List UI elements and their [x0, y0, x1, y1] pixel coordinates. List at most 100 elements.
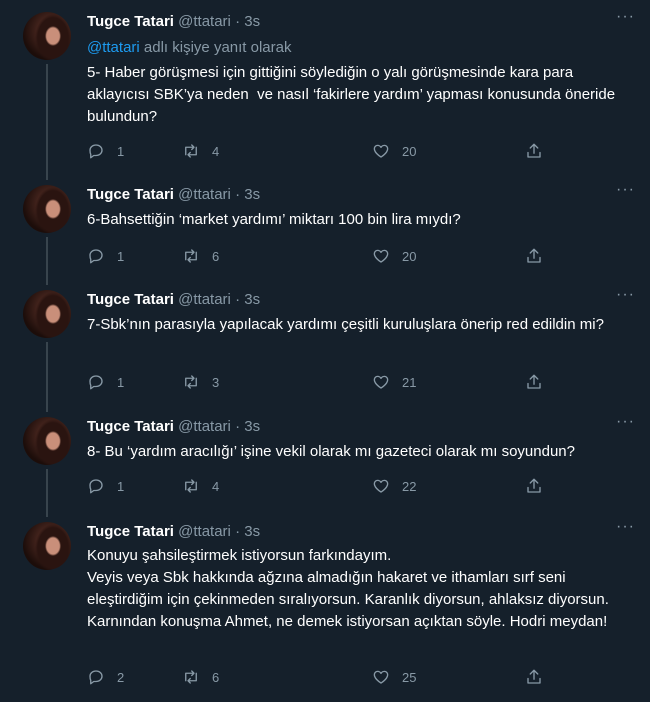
retweet-count: 4 [212, 143, 220, 159]
reply-count: 1 [117, 248, 125, 264]
tweet[interactable]: Tugce Tatari @ttatari · 3s ··· Konuyu şa… [0, 517, 650, 702]
tweet-actions: 1 3 21 [87, 372, 557, 392]
author-handle[interactable]: @ttatari [178, 523, 231, 540]
heart-icon [373, 670, 389, 684]
separator-dot: · [235, 186, 241, 203]
timestamp[interactable]: 3s [244, 186, 260, 203]
like-button[interactable]: 25 [372, 667, 416, 687]
retweet-button[interactable]: 4 [182, 141, 219, 161]
like-button[interactable]: 20 [372, 246, 416, 266]
reply-icon [89, 479, 103, 494]
like-count: 22 [402, 478, 417, 494]
reply-button[interactable]: 1 [87, 476, 124, 496]
timestamp[interactable]: 3s [244, 13, 260, 30]
reply-count: 1 [117, 143, 125, 159]
avatar[interactable] [23, 417, 71, 465]
tweet-text: 7-Sbk’nın parasıyla yapılacak yardımı çe… [87, 316, 604, 333]
author-handle[interactable]: @ttatari [178, 418, 231, 435]
share-icon [527, 669, 541, 684]
separator-dot: · [235, 13, 241, 30]
separator-dot: · [235, 523, 241, 540]
more-icon[interactable]: ··· [616, 182, 634, 205]
tweet-header: Tugce Tatari @ttatari · 3s [87, 290, 260, 310]
avatar[interactable] [23, 185, 71, 233]
separator-dot: · [235, 418, 241, 435]
share-icon [527, 143, 541, 158]
tweet[interactable]: Tugce Tatari @ttatari · 3s ··· 8- Bu ‘ya… [0, 412, 650, 517]
reply-count: 1 [117, 374, 125, 390]
timestamp[interactable]: 3s [244, 291, 260, 308]
tweet-text: 5- Haber görüşmesi için gittiğini söyled… [87, 64, 620, 125]
reply-button[interactable]: 1 [87, 141, 124, 161]
reply-icon [89, 144, 103, 159]
reply-count: 1 [117, 478, 125, 494]
tweet[interactable]: Tugce Tatari @ttatari · 3s ··· @ttatari … [0, 0, 650, 180]
share-icon [527, 248, 541, 263]
retweet-icon [185, 375, 197, 389]
heart-icon [373, 479, 389, 493]
tweet-header: Tugce Tatari @ttatari · 3s [87, 185, 260, 205]
tweet-actions: 1 6 20 [87, 246, 557, 266]
more-icon[interactable]: ··· [616, 9, 634, 32]
heart-icon [373, 144, 389, 158]
retweet-button[interactable]: 6 [182, 667, 219, 687]
more-icon[interactable]: ··· [616, 287, 634, 310]
author-name[interactable]: Tugce Tatari [87, 523, 174, 540]
like-count: 20 [402, 248, 417, 264]
tweet-actions: 1 4 22 [87, 476, 557, 496]
avatar[interactable] [23, 290, 71, 338]
reply-icon [89, 249, 103, 264]
reply-icon [89, 670, 103, 685]
more-icon[interactable]: ··· [616, 519, 634, 542]
reply-context: @ttatari adlı kişiye yanıt olarak [87, 38, 292, 58]
avatar[interactable] [23, 12, 71, 60]
tweet-actions: 2 6 25 [87, 667, 557, 687]
share-icon [527, 374, 541, 389]
avatar[interactable] [23, 522, 71, 570]
heart-icon [373, 249, 389, 263]
heart-icon [373, 375, 389, 389]
tweet-actions: 1 4 20 [87, 141, 557, 161]
tweet[interactable]: Tugce Tatari @ttatari · 3s ··· 6-Bahsett… [0, 180, 650, 285]
author-handle[interactable]: @ttatari [178, 291, 231, 308]
author-handle[interactable]: @ttatari [178, 186, 231, 203]
share-icon [527, 478, 541, 493]
more-icon[interactable]: ··· [616, 414, 634, 437]
reply-button[interactable]: 2 [87, 667, 124, 687]
retweet-icon [185, 249, 197, 263]
tweet-text: Konuyu şahsileştirmek istiyorsun farkınd… [87, 547, 609, 630]
share-button[interactable] [525, 141, 543, 161]
tweet-text: 6-Bahsettiğin ‘market yardımı’ miktarı 1… [87, 211, 461, 228]
like-count: 25 [402, 669, 417, 685]
share-button[interactable] [525, 667, 543, 687]
thread-line [46, 237, 48, 285]
retweet-button[interactable]: 3 [182, 372, 219, 392]
reply-button[interactable]: 1 [87, 246, 124, 266]
retweet-button[interactable]: 6 [182, 246, 219, 266]
reply-button[interactable]: 1 [87, 372, 124, 392]
timestamp[interactable]: 3s [244, 418, 260, 435]
tweet-header: Tugce Tatari @ttatari · 3s [87, 522, 260, 542]
tweet[interactable]: Tugce Tatari @ttatari · 3s ··· 7-Sbk’nın… [0, 285, 650, 412]
share-button[interactable] [525, 246, 543, 266]
reply-context-label: adlı kişiye yanıt olarak [139, 39, 292, 56]
retweet-count: 4 [212, 478, 220, 494]
author-name[interactable]: Tugce Tatari [87, 13, 174, 30]
retweet-count: 3 [212, 374, 220, 390]
share-button[interactable] [525, 476, 543, 496]
thread-line [46, 342, 48, 412]
author-name[interactable]: Tugce Tatari [87, 186, 174, 203]
like-button[interactable]: 21 [372, 372, 416, 392]
retweet-button[interactable]: 4 [182, 476, 219, 496]
author-name[interactable]: Tugce Tatari [87, 291, 174, 308]
author-handle[interactable]: @ttatari [178, 13, 231, 30]
like-button[interactable]: 20 [372, 141, 416, 161]
share-button[interactable] [525, 372, 543, 392]
separator-dot: · [235, 291, 241, 308]
like-button[interactable]: 22 [372, 476, 416, 496]
timestamp[interactable]: 3s [244, 523, 260, 540]
reply-mention-link[interactable]: @ttatari [87, 39, 140, 56]
reply-icon [89, 375, 103, 390]
author-name[interactable]: Tugce Tatari [87, 418, 174, 435]
retweet-count: 6 [212, 248, 220, 264]
